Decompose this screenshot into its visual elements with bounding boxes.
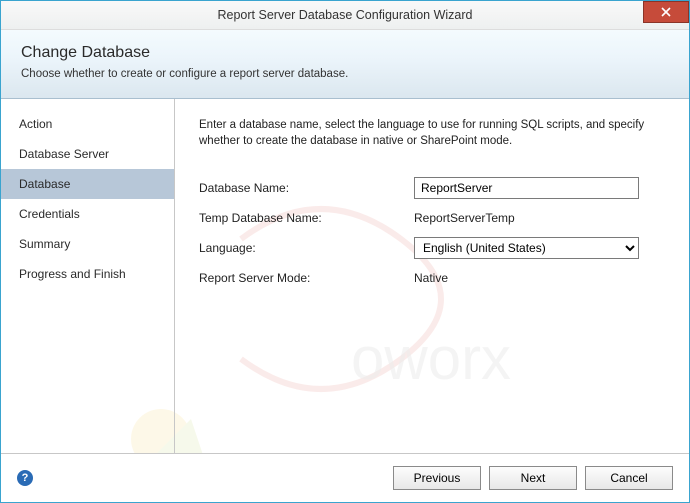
header-subtitle: Choose whether to create or configure a … [21,68,669,80]
step-summary[interactable]: Summary [1,229,174,259]
label-temp-database-name: Temp Database Name: [199,211,414,225]
step-credentials[interactable]: Credentials [1,199,174,229]
wizard-steps-sidebar: Action Database Server Database Credenti… [1,99,175,453]
label-language: Language: [199,241,414,255]
intro-text: Enter a database name, select the langua… [199,117,665,149]
row-database-name: Database Name: [199,177,665,199]
step-database-server[interactable]: Database Server [1,139,174,169]
close-icon [661,7,671,17]
step-action[interactable]: Action [1,109,174,139]
input-database-name[interactable] [414,177,639,199]
row-temp-database-name: Temp Database Name: ReportServerTemp [199,211,665,225]
value-temp-database-name: ReportServerTemp [414,211,515,225]
wizard-body: oworx Action Database Server Database Cr… [1,99,689,454]
titlebar: Report Server Database Configuration Wiz… [1,1,689,30]
cancel-button[interactable]: Cancel [585,466,673,490]
wizard-header: Change Database Choose whether to create… [1,30,689,99]
window-title: Report Server Database Configuration Wiz… [218,8,473,22]
previous-button[interactable]: Previous [393,466,481,490]
wizard-footer: ? Previous Next Cancel [1,454,689,502]
row-report-server-mode: Report Server Mode: Native [199,271,665,285]
next-button[interactable]: Next [489,466,577,490]
step-database[interactable]: Database [1,169,174,199]
step-progress-finish[interactable]: Progress and Finish [1,259,174,289]
close-button[interactable] [643,1,689,23]
value-report-server-mode: Native [414,271,448,285]
select-language[interactable]: English (United States) [414,237,639,259]
header-title: Change Database [21,44,669,62]
label-report-server-mode: Report Server Mode: [199,271,414,285]
wizard-window: Report Server Database Configuration Wiz… [0,0,690,503]
label-database-name: Database Name: [199,181,414,195]
row-language: Language: English (United States) [199,237,665,259]
wizard-main: Enter a database name, select the langua… [175,99,689,453]
help-icon[interactable]: ? [17,470,33,486]
